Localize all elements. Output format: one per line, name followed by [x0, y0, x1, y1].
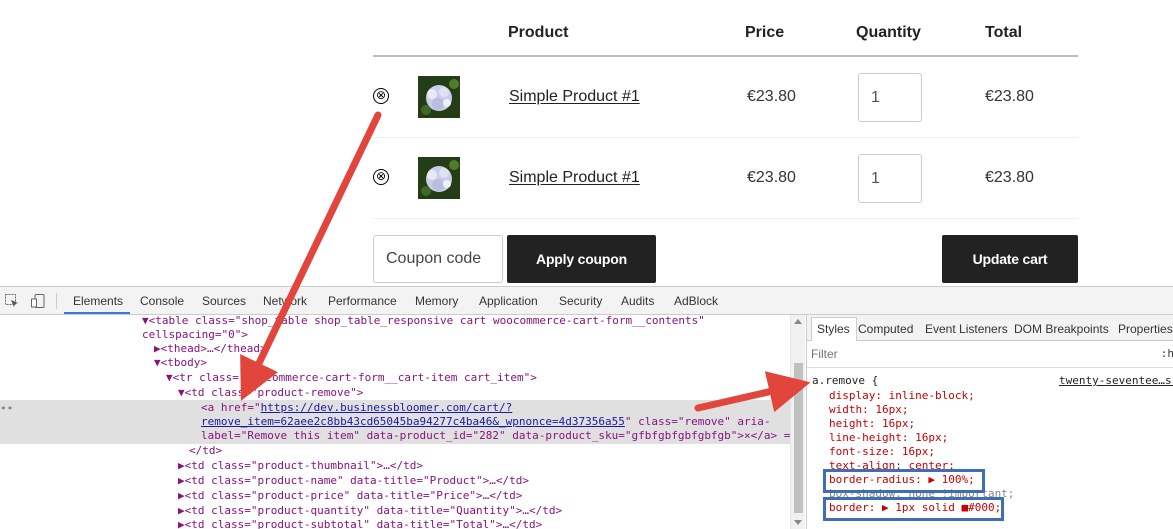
elements-scrollbar[interactable] — [790, 315, 805, 529]
tab-network[interactable]: Network — [263, 294, 307, 308]
product-subtotal: €23.80 — [985, 169, 1034, 186]
tab-memory[interactable]: Memory — [415, 294, 458, 308]
product-thumbnail[interactable] — [418, 157, 460, 199]
product-price: €23.80 — [747, 169, 796, 186]
css-declaration[interactable]: font-size: 16px; — [829, 445, 935, 459]
dom-line-selected[interactable]: remove_item=62aee2c8bb43cd65045ba94277c4… — [201, 415, 771, 430]
header-quantity: Quantity — [856, 24, 921, 41]
row-divider — [373, 137, 1078, 138]
device-toolbar-icon[interactable] — [30, 293, 46, 309]
scrollbar-thumb[interactable] — [794, 363, 803, 513]
devtools-panel: Elements Console Sources Network Perform… — [0, 286, 1173, 529]
dom-line[interactable]: ▶<td class="product-subtotal" data-title… — [178, 518, 542, 529]
tab-sources[interactable]: Sources — [202, 294, 246, 308]
dom-line: cellspacing="0"> — [142, 328, 248, 341]
elements-tree: •• ▼<table class="shop_table shop_table_… — [0, 315, 805, 529]
header-total: Total — [985, 24, 1023, 41]
toolbar-divider — [56, 293, 57, 309]
header-product: Product — [508, 24, 569, 41]
product-name-link[interactable]: Simple Product #1 — [509, 88, 640, 106]
styles-tabbar: Styles Computed Event Listeners DOM Brea… — [807, 315, 1173, 341]
css-declaration[interactable]: height: 16px; — [829, 417, 915, 431]
tab-dom-breakpoints[interactable]: DOM Breakpoints — [1014, 322, 1109, 336]
dom-line[interactable]: ▶<td class="product-price" data-title="P… — [178, 489, 522, 504]
css-source-link[interactable]: twenty-seventee…s: — [1059, 374, 1173, 388]
header-divider — [373, 55, 1078, 57]
tab-adblock[interactable]: AdBlock — [674, 294, 718, 308]
apply-coupon-button[interactable]: Apply coupon — [507, 235, 656, 283]
dom-line[interactable]: </td> — [189, 444, 222, 459]
dom-line[interactable]: ▼<table class="shop_table shop_table_res… — [142, 315, 705, 329]
dom-line[interactable]: ▶<td class="product-name" data-title="Pr… — [178, 474, 529, 489]
hover-state-toggle[interactable]: :h — [1161, 347, 1173, 360]
inspect-element-icon[interactable] — [4, 293, 20, 309]
scroll-down-icon[interactable] — [794, 520, 802, 525]
product-thumbnail[interactable] — [418, 76, 460, 118]
remove-item-button[interactable]: ⊗ — [373, 169, 389, 185]
header-price: Price — [745, 24, 785, 41]
dom-tag-open: <a href=" — [201, 401, 261, 414]
product-subtotal: €23.80 — [985, 88, 1034, 105]
coupon-code-input[interactable] — [373, 235, 503, 283]
css-selector[interactable]: a.remove { — [812, 374, 878, 388]
dom-line-selected[interactable]: <a href="https://dev.businessbloomer.com… — [201, 401, 512, 416]
dom-line[interactable]: ▼<td class="product-remove"> — [178, 386, 363, 401]
dom-line[interactable]: ▶<td class="product-thumbnail">…</td> — [178, 459, 423, 474]
annotation-highlight-box — [823, 469, 985, 493]
quantity-input[interactable] — [858, 73, 922, 122]
tab-performance[interactable]: Performance — [328, 294, 397, 308]
dom-line[interactable]: ▶<thead>…</thead> — [154, 342, 267, 357]
update-cart-button[interactable]: Update cart — [942, 235, 1078, 283]
tab-event-listeners[interactable]: Event Listeners — [925, 322, 1008, 336]
tab-properties[interactable]: Properties — [1118, 322, 1173, 336]
node-menu-dots[interactable]: •• — [0, 402, 13, 415]
remove-item-button[interactable]: ⊗ — [373, 88, 389, 104]
styles-filter-input[interactable] — [811, 347, 1111, 361]
active-tab-indicator — [64, 312, 130, 314]
css-declaration[interactable]: display: inline-block; — [829, 389, 975, 403]
tab-security[interactable]: Security — [559, 294, 602, 308]
devtools-toolbar: Elements Console Sources Network Perform… — [0, 287, 1173, 315]
row-divider — [373, 218, 1078, 219]
tab-application[interactable]: Application — [479, 294, 538, 308]
dom-line[interactable]: ▼<tbody> — [154, 356, 207, 371]
product-name-link[interactable]: Simple Product #1 — [509, 169, 640, 187]
dom-attr-text: " class="remove" aria- — [624, 415, 771, 428]
css-declaration[interactable]: width: 16px; — [829, 403, 908, 417]
tab-audits[interactable]: Audits — [621, 294, 654, 308]
remove-href-link-cont[interactable]: remove_item=62aee2c8bb43cd65045ba94277c4… — [201, 415, 625, 428]
dom-line[interactable]: ▶<td class="product-quantity" data-title… — [178, 504, 562, 519]
tab-computed[interactable]: Computed — [858, 322, 913, 336]
styles-filter-row: :h — [807, 341, 1173, 368]
dom-line[interactable]: ▼<tr class="woocommerce-cart-form__cart-… — [166, 371, 537, 386]
product-price: €23.80 — [747, 88, 796, 105]
quantity-input[interactable] — [858, 154, 922, 203]
scroll-up-icon[interactable] — [794, 319, 802, 324]
tab-styles[interactable]: Styles — [817, 322, 850, 336]
dom-line-selected[interactable]: label="Remove this item" data-product_id… — [201, 429, 797, 444]
tab-console[interactable]: Console — [140, 294, 184, 308]
remove-href-link[interactable]: https://dev.businessbloomer.com/cart/? — [261, 401, 513, 414]
cart-table: Product Price Quantity Total ⊗ Simple Pr… — [0, 0, 1173, 286]
tab-elements[interactable]: Elements — [73, 294, 123, 308]
styles-sidebar: Styles Computed Event Listeners DOM Brea… — [806, 315, 1173, 529]
annotation-highlight-box — [823, 497, 1004, 521]
css-declaration[interactable]: line-height: 16px; — [829, 431, 948, 445]
